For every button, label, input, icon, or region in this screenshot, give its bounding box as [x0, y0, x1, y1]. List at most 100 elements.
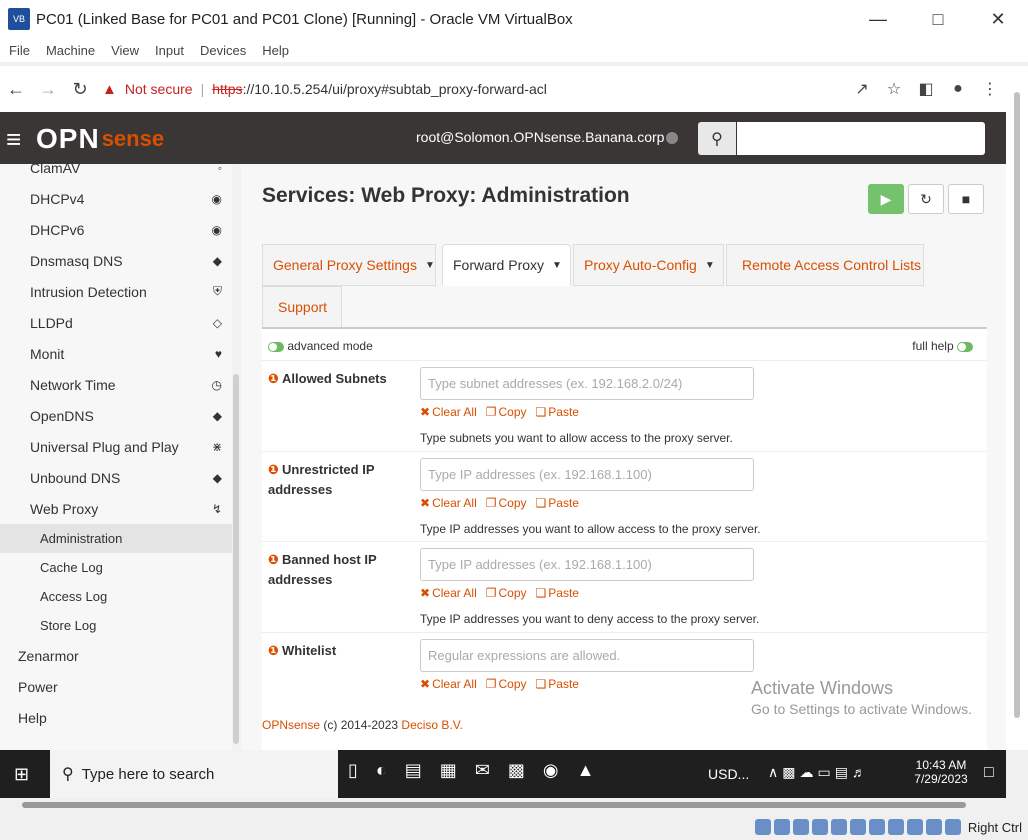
network-icon[interactable]	[811, 819, 828, 835]
windows-start-icon[interactable]: ⊞	[14, 764, 29, 785]
unrestricted-ip-input[interactable]: Type IP addresses (ex. 192.168.1.100)	[420, 458, 754, 491]
allowed-subnets-input[interactable]: Type subnet addresses (ex. 192.168.2.0/2…	[420, 367, 754, 400]
tab-forward-proxy[interactable]: Forward Proxy ▼	[442, 244, 571, 286]
copy-button[interactable]: ❐ Copy	[486, 496, 527, 510]
opnsense-logo[interactable]: ≡ OPN sense	[6, 122, 164, 156]
address-bar[interactable]: ▲ Not secure | https ://10.10.5.254/ui/p…	[96, 73, 836, 105]
clear-all-button[interactable]: ✖ Clear All	[420, 586, 477, 600]
forward-icon[interactable]: →	[32, 79, 64, 100]
maximize-button[interactable]: □	[908, 0, 968, 38]
audio-icon[interactable]	[792, 819, 809, 835]
info-icon[interactable]: ❶	[268, 552, 279, 567]
sidebar-item-power[interactable]: Power	[0, 671, 232, 702]
task-view-icon[interactable]: ▯	[348, 760, 358, 781]
taskbar-search[interactable]: ⚲ Type here to search	[50, 750, 338, 798]
tab-general-proxy-settings[interactable]: General Proxy Settings ▼	[262, 244, 436, 286]
sidebar-item-zenarmor[interactable]: Zenarmor	[0, 640, 232, 671]
banned-host-ip-input[interactable]: Type IP addresses (ex. 192.168.1.100)	[420, 548, 754, 581]
file-explorer-icon[interactable]: ▤	[405, 760, 422, 781]
taskbar-clock[interactable]: 10:43 AM 7/29/2023	[912, 758, 970, 786]
menu-file[interactable]: File	[9, 43, 30, 58]
notification-icon[interactable]: □	[984, 764, 994, 782]
reload-icon[interactable]: ↻	[64, 79, 96, 100]
edge-icon[interactable]: ◐	[376, 760, 387, 781]
footer-opnsense-link[interactable]: OPNsense	[262, 718, 320, 732]
copy-button[interactable]: ❐ Copy	[486, 405, 527, 419]
sidebar-item-unbound-dns[interactable]: Unbound DNS ◆	[0, 462, 232, 493]
tab-remote-access-control-lists[interactable]: Remote Access Control Lists	[726, 244, 924, 286]
sidepanel-icon[interactable]: ◧	[910, 79, 942, 99]
sidebar-item-dnsmasq[interactable]: Dnsmasq DNS ◆	[0, 245, 232, 276]
sidebar-scrollbar[interactable]	[232, 164, 241, 750]
sidebar-item-lldpd[interactable]: LLDPd ◇	[0, 307, 232, 338]
whitelist-input[interactable]: Regular expressions are allowed.	[420, 639, 754, 672]
sidebar-item-dhcpv4[interactable]: DHCPv4 ◉	[0, 183, 232, 214]
stock-icon[interactable]: ▲	[577, 760, 595, 781]
tab-proxy-auto-config[interactable]: Proxy Auto-Config ▼	[573, 244, 724, 286]
paste-button[interactable]: ❏ Paste	[536, 496, 579, 510]
sidebar-sub-store-log[interactable]: Store Log	[0, 611, 232, 640]
menu-view[interactable]: View	[111, 43, 139, 58]
user-label[interactable]: root@Solomon.OPNsense.Banana.corp	[416, 129, 664, 145]
info-icon[interactable]: ❶	[268, 643, 279, 658]
mouse-integration-icon[interactable]	[925, 819, 942, 835]
search-icon[interactable]: ⚲	[698, 122, 736, 155]
system-tray[interactable]: ∧▩☁▭▤♬	[768, 764, 870, 781]
chrome-icon[interactable]: ◉	[543, 760, 559, 781]
stop-service-button[interactable]: ■	[948, 184, 984, 214]
keyboard-capture-icon[interactable]	[944, 819, 961, 835]
sidebar-item-web-proxy[interactable]: Web Proxy ↯	[0, 493, 232, 524]
sidebar-item-help[interactable]: Help	[0, 702, 232, 733]
star-icon[interactable]: ☆	[878, 79, 910, 99]
horizontal-scrollbar[interactable]	[22, 802, 966, 808]
info-icon[interactable]: ❶	[268, 462, 279, 477]
back-icon[interactable]: ←	[0, 79, 32, 100]
paste-button[interactable]: ❏ Paste	[536, 586, 579, 600]
storage-icon[interactable]	[754, 819, 771, 835]
sidebar-item-dhcpv6[interactable]: DHCPv6 ◉	[0, 214, 232, 245]
advanced-mode-toggle[interactable]: advanced mode	[268, 339, 373, 353]
menu-devices[interactable]: Devices	[200, 43, 246, 58]
info-icon[interactable]: ❶	[268, 371, 279, 386]
menu-input[interactable]: Input	[155, 43, 184, 58]
sidebar-item-upnp[interactable]: Universal Plug and Play ⋇	[0, 431, 232, 462]
paste-button[interactable]: ❏ Paste	[536, 405, 579, 419]
sidebar-item-network-time[interactable]: Network Time ◷	[0, 369, 232, 400]
page-scrollbar[interactable]	[1006, 66, 1028, 750]
stock-widget-label[interactable]: USD...	[708, 766, 749, 782]
sidebar-sub-access-log[interactable]: Access Log	[0, 582, 232, 611]
sidebar-item-intrusion-detection[interactable]: Intrusion Detection ⛨	[0, 276, 232, 307]
minimize-button[interactable]: —	[848, 0, 908, 38]
clear-all-button[interactable]: ✖ Clear All	[420, 496, 477, 510]
optical-drive-icon[interactable]	[773, 819, 790, 835]
shared-folders-icon[interactable]	[849, 819, 866, 835]
sidebar-item-opendns[interactable]: OpenDNS ◆	[0, 400, 232, 431]
restart-service-button[interactable]: ↻	[908, 184, 944, 214]
copy-button[interactable]: ❐ Copy	[486, 586, 527, 600]
close-button[interactable]: ✕	[968, 0, 1028, 38]
terminal-icon[interactable]: ▩	[508, 760, 525, 781]
paste-button[interactable]: ❏ Paste	[536, 677, 579, 691]
full-help-toggle[interactable]: full help	[912, 339, 973, 353]
recording-icon[interactable]	[887, 819, 904, 835]
mail-icon[interactable]: ✉	[475, 760, 490, 781]
usb-icon[interactable]	[830, 819, 847, 835]
footer-deciso-link[interactable]: Deciso B.V.	[401, 718, 463, 732]
copy-button[interactable]: ❐ Copy	[486, 677, 527, 691]
clear-all-button[interactable]: ✖ Clear All	[420, 405, 477, 419]
search-input[interactable]	[737, 122, 985, 155]
sidebar-sub-administration[interactable]: Administration	[0, 524, 232, 553]
share-icon[interactable]: ↗	[846, 79, 878, 99]
sidebar-item-monit[interactable]: Monit ♥	[0, 338, 232, 369]
tab-support[interactable]: Support	[262, 286, 342, 328]
clear-all-button[interactable]: ✖ Clear All	[420, 677, 477, 691]
store-icon[interactable]: ▦	[440, 760, 457, 781]
menu-kebab-icon[interactable]: ⋮	[974, 79, 1006, 99]
sidebar-sub-cache-log[interactable]: Cache Log	[0, 553, 232, 582]
menu-help[interactable]: Help	[262, 43, 289, 58]
start-service-button[interactable]: ▶	[868, 184, 904, 214]
sidebar-item-clamav[interactable]: ClamAV ◦	[0, 164, 232, 183]
profile-icon[interactable]: ●	[942, 80, 974, 98]
menu-machine[interactable]: Machine	[46, 43, 95, 58]
display-icon[interactable]	[868, 819, 885, 835]
